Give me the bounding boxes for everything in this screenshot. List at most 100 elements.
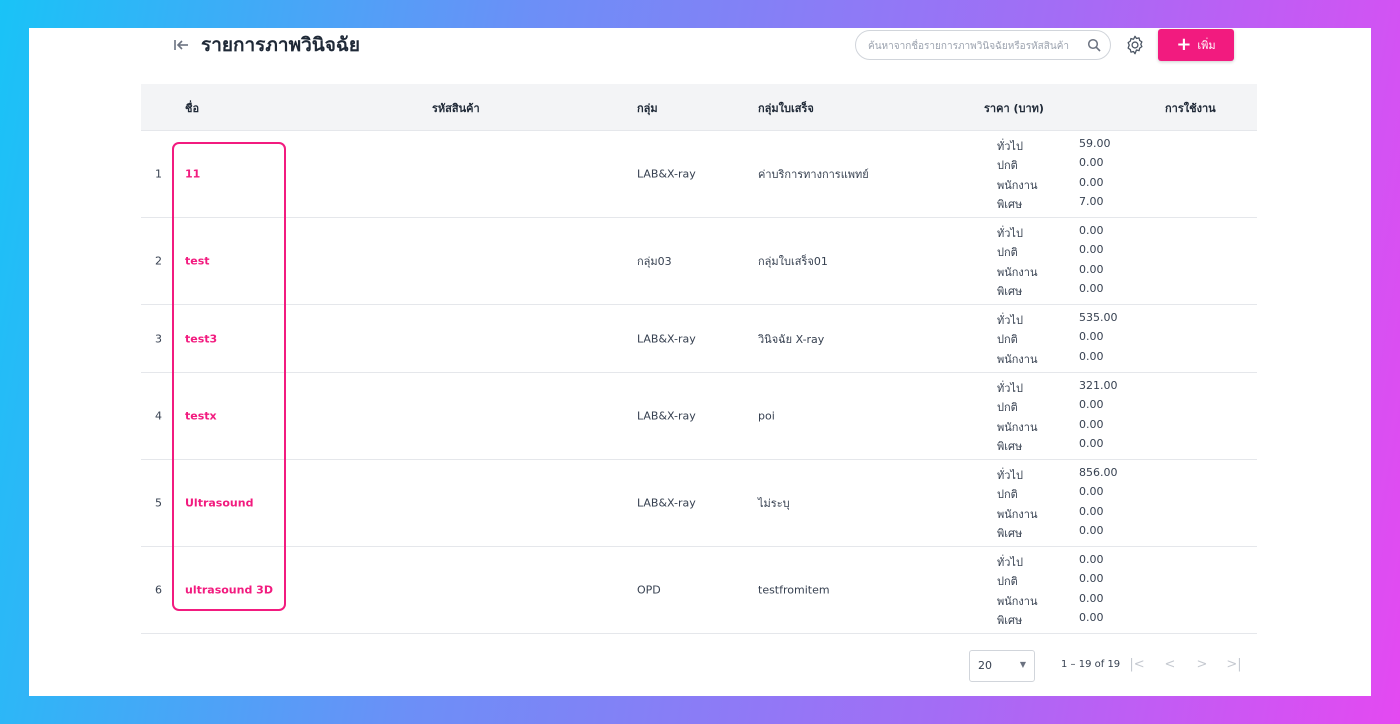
price-line: ปกติ 0.00 — [997, 398, 1137, 417]
price-line: ทั่วไป 0.00 — [997, 553, 1137, 572]
price-label: พนักงาน — [997, 265, 1038, 279]
price-label: ปกติ — [997, 333, 1018, 347]
price-line: ทั่วไป 59.00 — [997, 137, 1137, 156]
row-group: กลุ่ม03 — [637, 255, 672, 268]
row-name-link[interactable]: test — [185, 255, 210, 268]
last-page-icon[interactable]: >| — [1225, 656, 1243, 674]
column-header-group[interactable]: กลุ่ม — [637, 99, 658, 117]
price-value: 0.00 — [1079, 398, 1104, 412]
price-value: 0.00 — [1079, 485, 1104, 499]
price-value: 7.00 — [1079, 195, 1104, 209]
row-prices: ทั่วไป 535.00 ปกติ 0.00 พนักงาน 0.00 — [997, 311, 1137, 369]
table-row[interactable]: 1 11 LAB&X-ray ค่าบริการทางการแพทย์ ทั่ว… — [141, 131, 1257, 218]
price-line: พิเศษ 0.00 — [997, 611, 1137, 630]
price-line: พิเศษ 0.00 — [997, 437, 1137, 456]
table-row[interactable]: 4 testx LAB&X-ray poi ทั่วไป 321.00 ปกติ 0… — [141, 373, 1257, 460]
row-number: 5 — [155, 496, 162, 510]
price-line: พิเศษ 0.00 — [997, 282, 1137, 301]
row-prices: ทั่วไป 0.00 ปกติ 0.00 พนักงาน 0.00 พิเศษ 0.0… — [997, 224, 1137, 302]
price-line: พนักงาน 0.00 — [997, 592, 1137, 611]
price-line: พนักงาน 0.00 — [997, 418, 1137, 437]
price-value: 59.00 — [1079, 137, 1111, 150]
row-name-link[interactable]: ultrasound 3D — [185, 584, 273, 597]
row-group: LAB&X-ray — [637, 332, 696, 345]
price-label: พนักงาน — [997, 594, 1038, 608]
first-page-icon[interactable]: |< — [1128, 656, 1146, 674]
page-title: รายการภาพวินิจฉัย — [201, 34, 360, 56]
row-group: OPD — [637, 583, 661, 597]
pagination: 20 ▼ 1 – 19 of 19 |< < > >| — [29, 648, 1371, 688]
price-label: ปกติ — [997, 246, 1018, 260]
price-label: พิเศษ — [997, 527, 1023, 541]
back-to-start-icon[interactable] — [172, 36, 192, 56]
row-name-link[interactable]: testx — [185, 410, 217, 423]
price-value: 0.00 — [1079, 224, 1104, 237]
search-box[interactable] — [855, 30, 1111, 60]
price-line: พิเศษ 7.00 — [997, 195, 1137, 214]
price-value: 0.00 — [1079, 553, 1104, 566]
table-header: ชื่อ รหัสสินค้า กลุ่ม กลุ่มใบเสร็จ ราคา … — [141, 84, 1257, 131]
price-label: ปกติ — [997, 488, 1018, 502]
row-number: 4 — [155, 409, 162, 423]
price-label: ทั่วไป — [997, 556, 1023, 569]
chevron-down-icon: ▼ — [1019, 660, 1026, 669]
row-name-link[interactable]: Ultrasound — [185, 497, 253, 510]
price-value: 0.00 — [1079, 156, 1104, 170]
next-page-icon[interactable]: > — [1193, 656, 1211, 674]
row-receipt-group: กลุ่มใบเสร็จ01 — [758, 255, 828, 268]
price-label: พิเศษ — [997, 614, 1023, 628]
price-value: 0.00 — [1079, 611, 1104, 625]
gear-icon[interactable] — [1124, 34, 1146, 56]
add-button-label: เพิ่ม — [1197, 39, 1216, 52]
row-name-link[interactable]: 11 — [185, 168, 200, 181]
column-header-name[interactable]: ชื่อ — [185, 99, 199, 117]
row-number: 6 — [155, 583, 162, 597]
column-header-price[interactable]: ราคา (บาท) — [984, 99, 1044, 117]
price-label: พิเศษ — [997, 198, 1023, 212]
price-label: พนักงาน — [997, 178, 1038, 192]
price-label: ทั่วไป — [997, 140, 1023, 153]
row-number: 2 — [155, 254, 162, 268]
column-header-usage[interactable]: การใช้งาน — [1165, 99, 1216, 117]
table-row[interactable]: 5 Ultrasound LAB&X-ray ไม่ระบุ ทั่วไป 856… — [141, 460, 1257, 547]
page-size-select[interactable]: 20 ▼ — [969, 650, 1035, 682]
price-line: ทั่วไป 0.00 — [997, 224, 1137, 243]
table-row[interactable]: 2 test กลุ่ม03 กลุ่มใบเสร็จ01 ทั่วไป 0.00… — [141, 218, 1257, 305]
row-group: LAB&X-ray — [637, 409, 696, 423]
price-label: ทั่วไป — [997, 469, 1023, 482]
price-label: ทั่วไป — [997, 314, 1023, 327]
add-button[interactable]: + เพิ่ม — [1158, 29, 1234, 61]
row-prices: ทั่วไป 0.00 ปกติ 0.00 พนักงาน 0.00 พิเศษ 0.0… — [997, 553, 1137, 631]
column-header-receipt-group[interactable]: กลุ่มใบเสร็จ — [758, 99, 814, 117]
price-line: พนักงาน 0.00 — [997, 350, 1137, 369]
row-group: LAB&X-ray — [637, 496, 696, 510]
imaging-table: ชื่อ รหัสสินค้า กลุ่ม กลุ่มใบเสร็จ ราคา … — [141, 84, 1257, 634]
prev-page-icon[interactable]: < — [1161, 656, 1179, 674]
back-to-start-icon-svg — [174, 40, 188, 50]
price-label: ทั่วไป — [997, 227, 1023, 240]
price-label: ปกติ — [997, 159, 1018, 173]
price-line: ทั่วไป 321.00 — [997, 379, 1137, 398]
price-label: พนักงาน — [997, 507, 1038, 521]
page-range-label: 1 – 19 of 19 — [1061, 659, 1121, 670]
price-value: 0.00 — [1079, 282, 1104, 296]
page-size-value: 20 — [978, 659, 992, 672]
price-line: ปกติ 0.00 — [997, 243, 1137, 262]
price-value: 0.00 — [1079, 243, 1104, 257]
search-icon[interactable] — [1087, 38, 1101, 52]
price-label: พนักงาน — [997, 352, 1038, 366]
row-name-link[interactable]: test3 — [185, 332, 217, 345]
price-value: 321.00 — [1079, 379, 1118, 392]
price-label: ปกติ — [997, 575, 1018, 589]
search-input[interactable] — [868, 37, 1080, 55]
price-value: 0.00 — [1079, 437, 1104, 451]
price-line: ทั่วไป 856.00 — [997, 466, 1137, 485]
price-value: 0.00 — [1079, 572, 1104, 586]
row-group: LAB&X-ray — [637, 167, 696, 181]
table-row[interactable]: 6 ultrasound 3D OPD testfromitem ทั่วไป 0… — [141, 547, 1257, 634]
column-header-code[interactable]: รหัสสินค้า — [432, 99, 480, 117]
price-line: ทั่วไป 535.00 — [997, 311, 1137, 330]
price-value: 0.00 — [1079, 349, 1104, 363]
table-row[interactable]: 3 test3 LAB&X-ray วินิจฉัย X-ray ทั่วไป 5… — [141, 305, 1257, 373]
price-value: 856.00 — [1079, 466, 1118, 479]
